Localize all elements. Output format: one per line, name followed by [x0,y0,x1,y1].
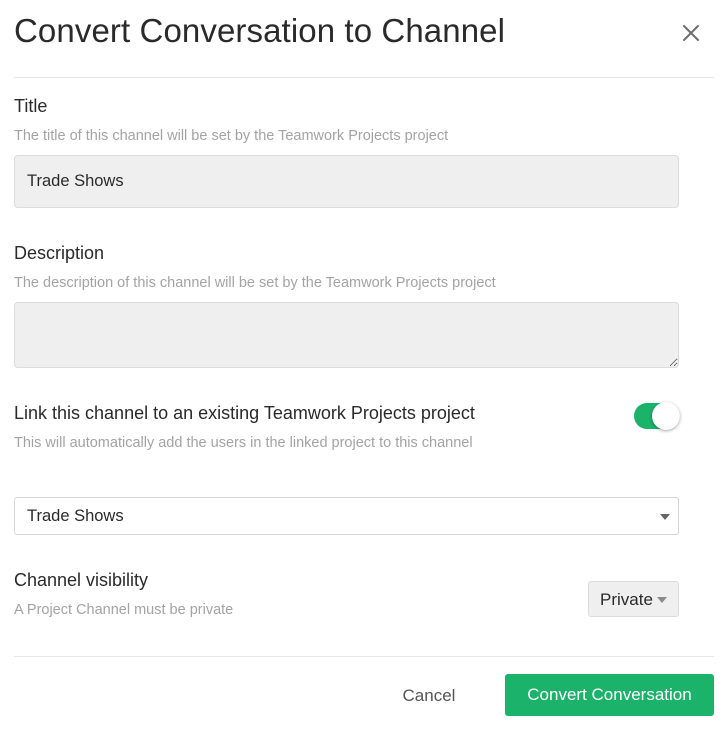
visibility-select-value: Private [600,590,653,609]
description-help-text: The description of this channel will be … [14,275,496,291]
header-divider [14,77,714,78]
project-select[interactable]: Trade Shows [14,497,679,535]
link-project-toggle[interactable] [634,402,680,430]
visibility-label: Channel visibility [14,570,149,590]
project-select-value: Trade Shows [27,507,124,525]
convert-channel-dialog: Convert Conversation to Channel Title Th… [0,0,728,734]
title-input[interactable] [14,155,679,208]
close-button[interactable] [676,18,706,48]
description-label: Description [14,243,105,263]
link-project-help-text: This will automatically add the users in… [14,435,473,451]
chevron-down-icon [657,597,667,603]
chevron-down-icon [660,514,670,520]
title-label: Title [14,96,48,116]
dialog-title: Convert Conversation to Channel [14,12,506,49]
title-help-text: The title of this channel will be set by… [14,128,449,144]
toggle-knob [652,402,680,430]
close-icon [683,25,699,41]
visibility-help-text: A Project Channel must be private [14,602,234,618]
visibility-select[interactable]: Private [588,581,679,617]
cancel-button[interactable]: Cancel [385,676,473,716]
description-textarea[interactable] [14,302,679,368]
link-project-label: Link this channel to an existing Teamwor… [14,403,475,423]
convert-conversation-button[interactable]: Convert Conversation [505,674,714,716]
footer-divider [14,656,714,657]
